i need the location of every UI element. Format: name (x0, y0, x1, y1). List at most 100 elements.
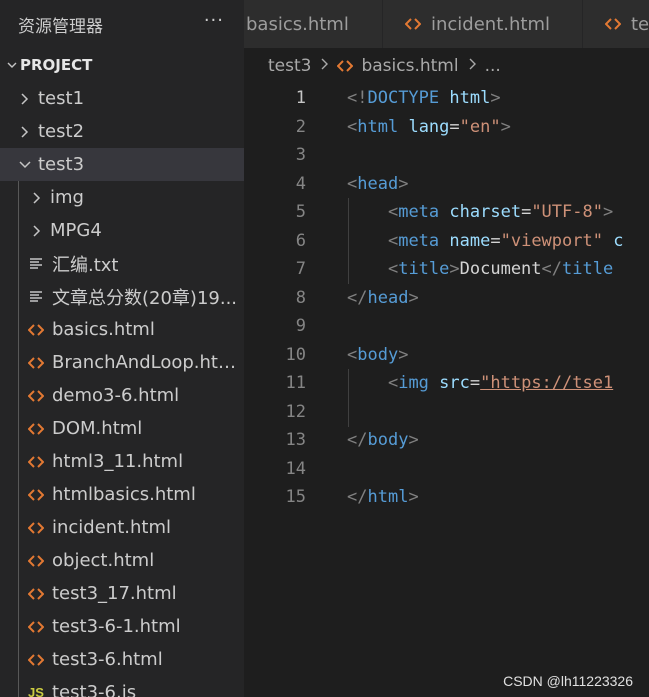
html-icon (28, 388, 44, 404)
code-content[interactable]: <!DOCTYPE html> <html lang="en"> <head> <m… (347, 84, 649, 512)
tree-file[interactable]: 汇编.txt (0, 247, 244, 280)
tab-incident[interactable]: incident.html (383, 0, 583, 48)
tree-item-label: html3_11.html (52, 451, 184, 472)
tree-file[interactable]: JS test3-6.js (0, 676, 244, 697)
code-line[interactable]: <!DOCTYPE html> (347, 84, 649, 113)
code-line[interactable]: <meta name="viewport" c (347, 227, 649, 256)
tree-file[interactable]: DOM.html (0, 412, 244, 445)
code-token: head (357, 173, 399, 194)
code-token: </ (347, 430, 368, 450)
tree-file[interactable]: BranchAndLoop.html (0, 346, 244, 379)
code-token: > (602, 202, 614, 222)
code-token: </ (347, 287, 368, 308)
explorer-title: 资源管理器 (18, 16, 103, 37)
tree-file[interactable]: html3_11.html (0, 445, 244, 478)
tree-folder[interactable]: test2 (0, 115, 244, 148)
html-icon (28, 553, 44, 569)
code-token: c (613, 230, 624, 251)
code-token: = (469, 373, 481, 393)
tab-label: incident.html (431, 13, 550, 35)
tree-item-label: incident.html (52, 517, 171, 538)
chevron-down-icon (16, 158, 34, 172)
text-file-icon (28, 256, 44, 272)
code-token: < (387, 259, 399, 279)
tab-label: basics.html (246, 13, 349, 35)
code-line[interactable]: <html lang="en"> (347, 113, 649, 142)
tree-folder[interactable]: test1 (0, 82, 244, 115)
code-line[interactable]: <title>Document</title (347, 255, 649, 284)
line-number: 3 (295, 145, 306, 165)
breadcrumb-more[interactable]: ... (485, 56, 501, 76)
code-token: name (449, 230, 491, 251)
tree-item-label: BranchAndLoop.html (52, 352, 238, 373)
more-actions-icon[interactable]: ··· (204, 10, 224, 31)
line-number: 4 (295, 173, 306, 194)
code-line[interactable]: </head> (347, 284, 649, 313)
breadcrumb-file[interactable]: basics.html (361, 56, 458, 76)
chevron-down-icon (4, 59, 20, 71)
tree-file[interactable]: test3-6-1.html (0, 610, 244, 643)
code-line[interactable] (347, 455, 649, 484)
code-token: lang (408, 116, 450, 137)
tree-folder[interactable]: img (0, 181, 244, 214)
code-line[interactable]: </body> (347, 426, 649, 455)
code-token: > (408, 487, 419, 507)
code-token: img (398, 373, 429, 393)
code-line[interactable]: </html> (347, 483, 649, 512)
tree-file[interactable]: htmlbasics.html (0, 478, 244, 511)
chevron-right-icon (16, 92, 34, 106)
line-number: 6 (295, 230, 306, 251)
tree-file[interactable]: incident.html (0, 511, 244, 544)
tree-folder[interactable]: MPG4 (0, 214, 244, 247)
code-line[interactable]: <head> (347, 170, 649, 199)
tree-item-label: test3 (38, 154, 85, 175)
tree-file[interactable]: 文章总分数(20章)19... (0, 280, 244, 313)
tree-item-label: test3-6-1.html (52, 616, 181, 637)
code-token: > (398, 344, 409, 365)
code-token: head (367, 287, 409, 308)
explorer-sidebar: 资源管理器 ··· PROJECT test1 test2 test3 img MPG4… (0, 0, 244, 697)
tree-item-label: test1 (38, 88, 85, 109)
code-line[interactable]: <img src="https://tse1 (347, 369, 649, 398)
tree-folder[interactable]: test3 (0, 148, 244, 181)
code-line[interactable]: <body> (347, 341, 649, 370)
tree-file[interactable]: basics.html (0, 313, 244, 346)
project-section-header[interactable]: PROJECT (0, 48, 244, 82)
code-line[interactable] (347, 398, 649, 427)
html-icon (28, 586, 44, 602)
code-token: "UTF-8" (531, 202, 603, 222)
tree-item-label: test3-6.html (52, 649, 163, 670)
line-number: 10 (285, 344, 306, 365)
code-token: < (387, 373, 399, 393)
code-token: "viewport" (500, 230, 603, 251)
code-token: < (387, 202, 399, 222)
code-line[interactable]: <meta charset="UTF-8"> (347, 198, 649, 227)
tree-file[interactable]: object.html (0, 544, 244, 577)
code-line[interactable] (347, 312, 649, 341)
tree-file[interactable]: test3-6.html (0, 643, 244, 676)
code-token: src (439, 373, 470, 393)
code-editor[interactable]: 1 2 3 4 5 6 7 8 9 10 11 12 13 14 15 <!DOCTYPE html> <ht… (244, 84, 649, 697)
code-token: < (347, 116, 358, 137)
chevron-right-icon (28, 224, 46, 238)
code-line[interactable] (347, 141, 649, 170)
tab-basics[interactable]: basics.html (244, 0, 383, 48)
tab-te[interactable]: te (583, 0, 649, 48)
line-number: 8 (295, 287, 306, 308)
code-token: < (347, 173, 358, 194)
tree-item-label: basics.html (52, 319, 155, 340)
tree-file[interactable]: test3_17.html (0, 577, 244, 610)
breadcrumb-folder[interactable]: test3 (268, 56, 311, 76)
tree-file[interactable]: demo3-6.html (0, 379, 244, 412)
chevron-right-icon (16, 125, 34, 139)
code-token: > (500, 116, 511, 137)
explorer-header: 资源管理器 ··· (0, 0, 244, 48)
